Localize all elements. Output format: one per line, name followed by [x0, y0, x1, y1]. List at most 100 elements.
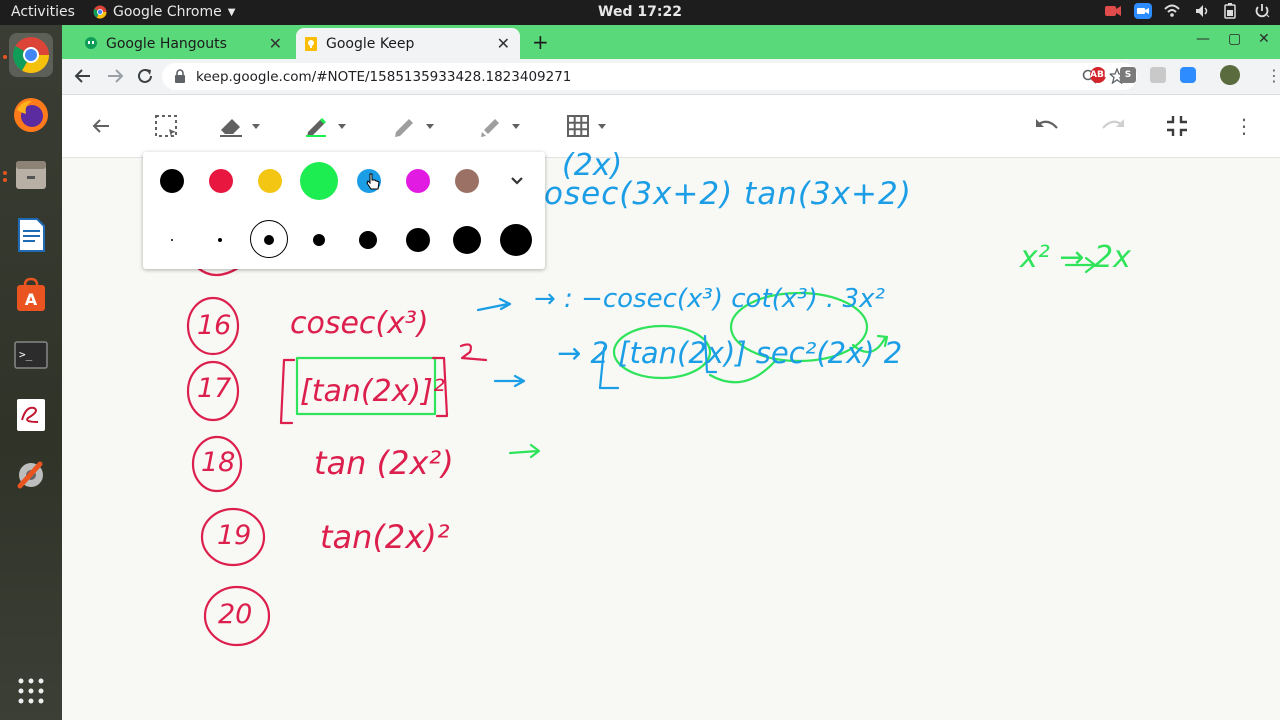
chrome-menu-icon[interactable]: ⋮	[1266, 66, 1280, 85]
dock-writer[interactable]	[9, 213, 53, 257]
tab-google-hangouts[interactable]: Google Hangouts ✕	[76, 28, 292, 59]
dock-chrome[interactable]	[9, 33, 53, 77]
running-indicator	[3, 178, 7, 182]
select-tool-button[interactable]	[154, 111, 178, 141]
problem-expr-16: cosec(x³)	[290, 306, 429, 341]
tab-title: Google Hangouts	[106, 35, 227, 52]
color-swatch-magenta[interactable]	[406, 169, 430, 193]
volume-icon	[1194, 3, 1210, 19]
maximize-icon[interactable]: ▢	[1228, 31, 1241, 47]
stroke-size-7[interactable]	[453, 226, 481, 254]
pen-options-popup	[143, 152, 545, 269]
hangouts-icon	[85, 36, 97, 49]
problem-number-16: 16	[197, 310, 232, 341]
stroke-size-1[interactable]	[171, 239, 173, 241]
more-options-button[interactable]: ⋮	[1234, 111, 1254, 141]
green-arrow-18	[508, 443, 541, 459]
back-arrow-button[interactable]	[90, 111, 112, 141]
reload-icon[interactable]	[136, 67, 154, 85]
arrow-back-icon	[92, 119, 109, 133]
minimize-icon[interactable]: —	[1196, 31, 1210, 47]
eraser-tool-button[interactable]	[218, 111, 260, 141]
dock-firefox[interactable]	[9, 93, 53, 137]
pen-tool-button[interactable]	[304, 111, 346, 141]
system-top-bar: Activities Google Chrome ▼ Wed 17:22	[0, 0, 1280, 25]
battery-icon	[1224, 3, 1240, 19]
stroke-size-4[interactable]	[313, 234, 325, 246]
lock-icon[interactable]	[174, 69, 186, 83]
stroke-size-3-dot	[264, 235, 274, 245]
redo-icon	[1102, 119, 1124, 129]
url-text: keep.google.com/#NOTE/1585135933428.1823…	[196, 69, 572, 85]
chrome-icon	[12, 37, 50, 74]
stroke-size-5[interactable]	[359, 231, 377, 249]
chevron-down-icon	[338, 123, 346, 129]
tab-google-keep[interactable]: Google Keep ✕	[296, 28, 520, 59]
extension-icon[interactable]	[1150, 67, 1166, 83]
dock-terminal[interactable]: >_	[9, 333, 53, 377]
marker-tool-button[interactable]	[392, 111, 434, 141]
svg-text:>_: >_	[19, 348, 33, 361]
problem-number-20: 20	[218, 599, 253, 630]
pen-icon	[306, 117, 327, 137]
color-swatch-yellow[interactable]	[258, 169, 282, 193]
forward-icon[interactable]	[106, 67, 124, 85]
problem-expr-18: tan (2x²)	[314, 444, 454, 482]
chevron-down-icon	[252, 123, 260, 129]
color-swatch-green-selected[interactable]	[300, 162, 338, 200]
blue-line-cosec-tan: osec(3x+2) tan(3x+2)	[544, 176, 912, 212]
camera-indicator-icon	[1104, 3, 1121, 19]
terminal-icon: >_	[14, 341, 48, 369]
fullscreen-exit-icon	[1167, 116, 1187, 136]
problem-expr-17: [tan(2x)]²	[300, 374, 445, 409]
address-bar[interactable]: keep.google.com/#NOTE/1585135933428.1823…	[162, 63, 1137, 90]
exit-fullscreen-button[interactable]	[1166, 111, 1188, 141]
chrome-tab-strip: Google Hangouts ✕ Google Keep ✕ + — ▢ ✕	[62, 25, 1280, 59]
stroke-size-8[interactable]	[500, 224, 532, 256]
undo-button[interactable]	[1034, 111, 1060, 141]
close-tab-icon[interactable]: ✕	[497, 34, 510, 53]
hand-cursor-icon	[366, 173, 380, 190]
app-grid-icon	[18, 678, 44, 704]
back-icon[interactable]	[74, 67, 92, 85]
problem-number-18: 18	[201, 447, 236, 478]
grid-icon	[567, 115, 589, 137]
highlighter-tool-button[interactable]	[478, 111, 520, 141]
clock[interactable]: Wed 17:22	[0, 4, 1280, 20]
xournal-icon	[17, 399, 45, 431]
adblock-plus-icon[interactable]: ABP	[1090, 67, 1110, 83]
avatar[interactable]	[1220, 65, 1240, 85]
chrome-toolbar: keep.google.com/#NOTE/1585135933428.1823…	[62, 59, 1280, 95]
dock-files[interactable]	[9, 153, 53, 197]
new-tab-button[interactable]: +	[532, 30, 549, 54]
settings-tools-icon	[17, 461, 43, 489]
chevron-down-icon	[512, 123, 520, 129]
zoom-extension-icon[interactable]	[1180, 67, 1196, 83]
tab-title: Google Keep	[326, 35, 415, 52]
stroke-size-2[interactable]	[218, 238, 222, 242]
problem-number-17: 17	[197, 373, 232, 404]
running-indicator	[3, 55, 7, 59]
background-grid-button[interactable]	[566, 111, 606, 141]
power-menu-icon	[1254, 3, 1270, 19]
red-exponent-2	[459, 343, 488, 362]
color-swatch-black[interactable]	[160, 169, 184, 193]
color-swatch-brown[interactable]	[455, 169, 479, 193]
dock-show-apps[interactable]	[9, 669, 53, 713]
stroke-size-6[interactable]	[406, 228, 430, 252]
system-tray[interactable]	[1104, 3, 1270, 19]
blue-arrow-16	[476, 297, 512, 312]
redo-button[interactable]	[1100, 111, 1126, 141]
close-tab-icon[interactable]: ✕	[269, 34, 282, 53]
s-extension-icon[interactable]: S	[1120, 67, 1136, 83]
dock-software[interactable]: A	[9, 273, 53, 317]
running-indicator	[3, 171, 7, 175]
color-swatch-red[interactable]	[209, 169, 233, 193]
chevron-down-icon	[426, 123, 434, 129]
chevron-down-icon[interactable]	[510, 176, 524, 186]
dock-xournal[interactable]	[9, 393, 53, 437]
svg-text:A: A	[25, 290, 38, 309]
dock-settings[interactable]	[9, 453, 53, 497]
blue-line-derivative-17: → 2 [tan(2x)] sec²(2x) 2	[557, 336, 903, 370]
close-window-icon[interactable]: ✕	[1258, 31, 1270, 47]
